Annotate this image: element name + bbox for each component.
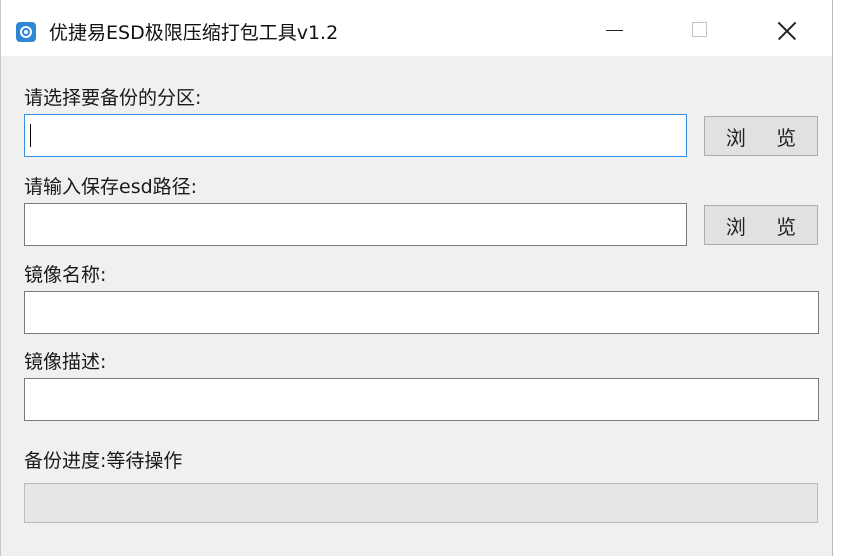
minimize-button[interactable] xyxy=(591,10,637,48)
app-disk-icon xyxy=(16,22,36,42)
esd-path-label: 请输入保存esd路径: xyxy=(24,176,198,198)
partition-input[interactable] xyxy=(24,114,687,157)
browse-esd-path-button[interactable]: 浏 览 xyxy=(704,205,818,245)
image-desc-input[interactable] xyxy=(24,378,819,421)
close-button[interactable] xyxy=(765,10,811,48)
image-name-input[interactable] xyxy=(24,291,819,334)
minimize-icon xyxy=(606,30,623,31)
main-window: 优捷易ESD极限压缩打包工具v1.2 请选择要备份的分区: 浏 览 请输入保存e… xyxy=(0,0,833,556)
image-name-label: 镜像名称: xyxy=(24,264,107,286)
partition-label: 请选择要备份的分区: xyxy=(24,87,202,109)
backup-progress-bar xyxy=(24,483,818,523)
maximize-icon xyxy=(692,22,707,37)
text-caret xyxy=(30,124,31,147)
title-bar[interactable]: 优捷易ESD极限压缩打包工具v1.2 xyxy=(1,0,832,56)
progress-label: 备份进度:等待操作 xyxy=(24,450,183,472)
window-title: 优捷易ESD极限压缩打包工具v1.2 xyxy=(49,22,339,44)
browse-partition-button[interactable]: 浏 览 xyxy=(704,116,818,156)
maximize-button xyxy=(677,10,723,48)
image-desc-label: 镜像描述: xyxy=(24,351,107,373)
esd-path-input[interactable] xyxy=(24,203,687,246)
